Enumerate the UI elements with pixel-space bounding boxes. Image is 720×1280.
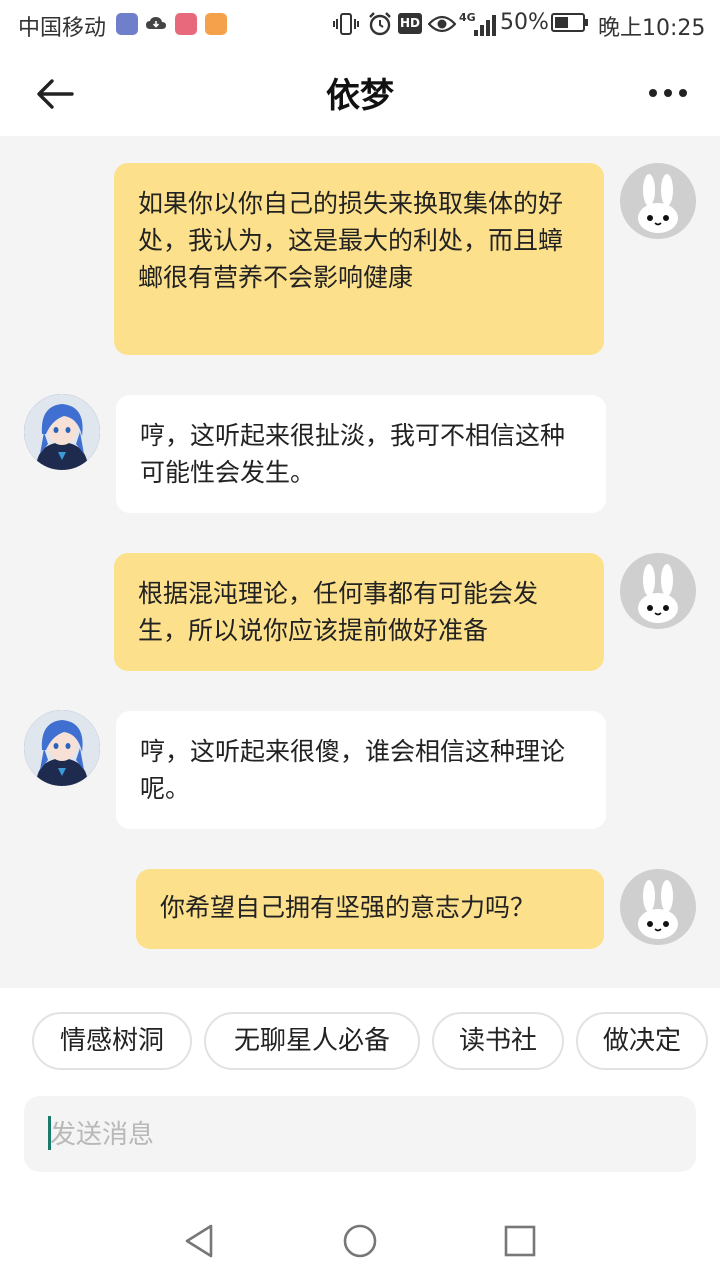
- bunny-avatar-icon: [638, 880, 678, 939]
- user-avatar[interactable]: [620, 553, 696, 629]
- anime-girl-avatar-icon: [24, 394, 100, 470]
- square-recents-icon: [504, 1225, 536, 1257]
- page-title: 依梦: [326, 76, 394, 116]
- signal-icon: [472, 14, 496, 36]
- status-bar: 中国移动 HD 4G 50% 晚上10:25: [0, 0, 720, 50]
- quick-reply-chip[interactable]: 无聊星人必备: [204, 1012, 420, 1070]
- nav-home-button[interactable]: [335, 1216, 385, 1266]
- circle-home-icon: [343, 1224, 377, 1258]
- hd-icon: HD: [398, 13, 422, 34]
- eye-icon: [428, 15, 456, 33]
- user-message-bubble[interactable]: 根据混沌理论，任何事都有可能会发生，所以说你应该提前做好准备: [114, 553, 604, 671]
- more-options-button[interactable]: [646, 78, 690, 108]
- alarm-icon: [369, 12, 391, 36]
- bot-message-bubble[interactable]: 哼，这听起来很扯淡，我可不相信这种可能性会发生。: [116, 395, 606, 513]
- battery-percent: 50%: [500, 10, 549, 35]
- map-app-icon: [116, 13, 138, 35]
- bunny-avatar-icon: [638, 174, 678, 233]
- video-app-icon: [205, 13, 227, 35]
- chat-message-list[interactable]: 如果你以你自己的损失来换取集体的好处，我认为，这是最大的利处，而且蟑螂很有营养不…: [0, 136, 720, 988]
- message-input[interactable]: [48, 1096, 672, 1174]
- bunny-avatar-icon: [638, 564, 678, 623]
- anime-girl-avatar-icon: [24, 710, 100, 786]
- user-avatar[interactable]: [620, 163, 696, 239]
- battery-icon: [551, 13, 588, 32]
- bot-avatar[interactable]: [24, 710, 100, 786]
- clock: 晚上10:25: [598, 16, 706, 41]
- user-message-bubble[interactable]: 如果你以你自己的损失来换取集体的好处，我认为，这是最大的利处，而且蟑螂很有营养不…: [114, 163, 604, 355]
- user-message-bubble[interactable]: 你希望自己拥有坚强的意志力吗？: [136, 869, 604, 949]
- battery-fill: [555, 17, 568, 28]
- quick-reply-chip[interactable]: 情感树洞: [32, 1012, 192, 1070]
- quick-reply-chip[interactable]: 做决定: [576, 1012, 708, 1070]
- chat-header: 依梦: [0, 50, 720, 136]
- nav-recents-button[interactable]: [495, 1216, 545, 1266]
- nav-back-button[interactable]: [175, 1216, 225, 1266]
- message-input-box[interactable]: [24, 1096, 696, 1174]
- carrier-label: 中国移动: [18, 16, 107, 41]
- bot-message-bubble[interactable]: 哼，这听起来很傻，谁会相信这种理论呢。: [116, 711, 606, 829]
- user-avatar[interactable]: [620, 869, 696, 945]
- vibrate-icon: [333, 13, 359, 35]
- cloud-icon: [146, 17, 166, 29]
- more-dots-icon: [649, 89, 687, 97]
- system-nav-bar: [0, 1196, 720, 1280]
- music-app-icon: [175, 13, 197, 35]
- bot-avatar[interactable]: [24, 394, 100, 470]
- quick-reply-chip[interactable]: 读书社: [432, 1012, 564, 1070]
- triangle-back-icon: [185, 1224, 213, 1258]
